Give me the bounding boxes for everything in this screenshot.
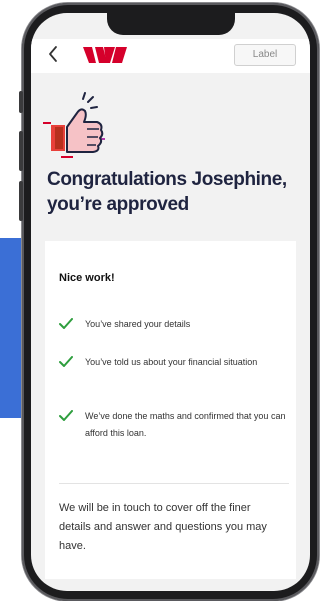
label-button[interactable]: Label	[234, 44, 296, 66]
phone-notch	[107, 13, 235, 35]
card-footer-text: We will be in touch to cover off the fin…	[59, 502, 267, 552]
check-icon	[59, 409, 73, 427]
volume-down-button	[19, 181, 23, 221]
thumbs-up-icon	[39, 89, 109, 166]
chevron-left-icon[interactable]	[47, 44, 63, 66]
app-screen: Label Congratulations Josephine, you’re …	[31, 13, 310, 591]
top-nav-bar: Label	[31, 39, 310, 73]
checklist-item-text: You’ve told us about your financial situ…	[85, 357, 258, 367]
volume-up-button	[19, 131, 23, 171]
westpac-logo	[83, 47, 127, 68]
mute-switch	[19, 91, 23, 113]
check-icon	[59, 317, 73, 335]
page-title: Congratulations Josephine, you’re approv…	[47, 169, 287, 215]
approval-summary-card: Nice work! You’ve shared your details Yo…	[45, 241, 296, 579]
check-icon	[59, 355, 73, 373]
checklist-item-text: You’ve shared your details	[85, 319, 191, 329]
card-heading: Nice work!	[59, 272, 115, 284]
checklist-item-text: We’ve done the maths and confirmed that …	[85, 411, 286, 438]
card-divider	[59, 483, 289, 484]
